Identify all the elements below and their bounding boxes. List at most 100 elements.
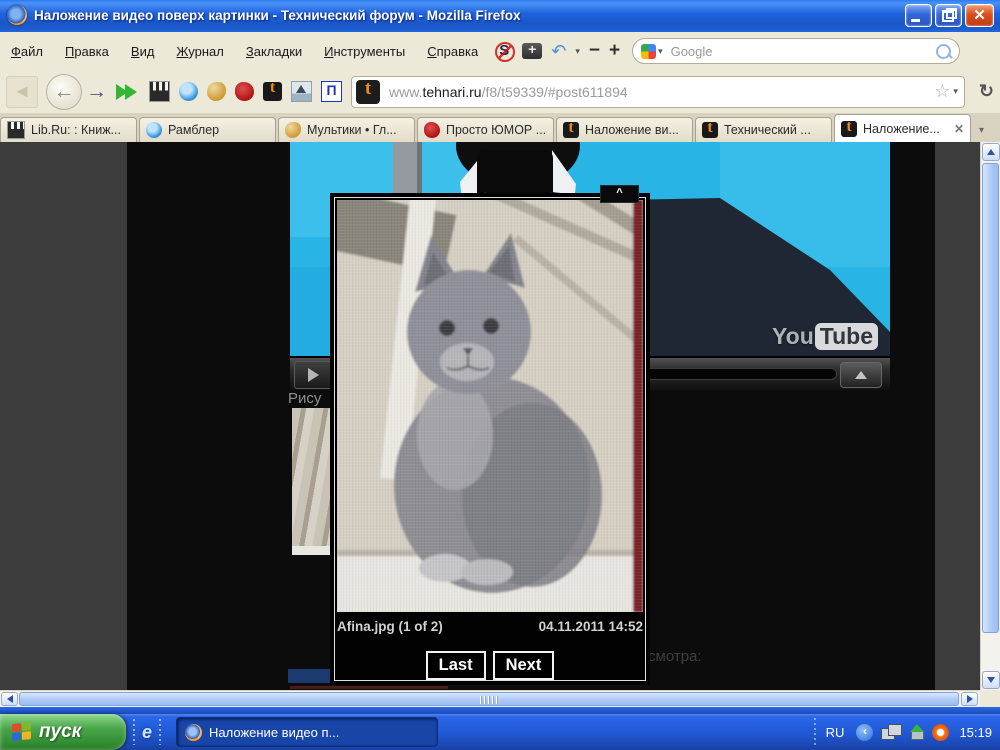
windows-logo-icon	[12, 722, 32, 742]
undo-dropdown-caret-icon[interactable]	[575, 46, 580, 57]
menu-item-help[interactable]: Справка	[416, 40, 489, 63]
search-engine-caret-icon[interactable]	[658, 46, 663, 57]
tab-tehnari-icon	[841, 118, 857, 137]
lightbox-timestamp: 04.11.2011 14:52	[538, 619, 643, 634]
menu-item-history[interactable]: Журнал	[165, 40, 234, 63]
navigation-bar: www.tehnari.ru/f8/t59339/#post611894	[0, 70, 1000, 113]
list-all-tabs-caret-icon[interactable]	[979, 125, 984, 136]
restore-button[interactable]	[935, 3, 962, 27]
zoom-out-icon[interactable]	[589, 43, 600, 59]
bookmark-star-icon[interactable]	[934, 81, 950, 102]
bookmark-rambler-icon[interactable]	[179, 82, 198, 101]
tab-label: Наложение...	[863, 121, 940, 136]
window-title: Наложение видео поверх картинки - Технич…	[34, 7, 521, 23]
arrow-right-icon	[966, 695, 973, 703]
toolbar-box-plus-icon[interactable]	[522, 41, 543, 59]
tab-libru[interactable]: Lib.Ru: : Книж...	[0, 117, 137, 142]
url-domain: tehnari.ru	[422, 83, 482, 100]
search-input[interactable]	[668, 42, 933, 60]
scroll-up-button[interactable]	[982, 143, 1000, 161]
undo-icon[interactable]	[551, 43, 566, 59]
bookmark-tehnari-icon[interactable]	[263, 79, 282, 101]
bookmark-ship-icon[interactable]	[291, 81, 312, 102]
url-text[interactable]: www.tehnari.ru/f8/t59339/#post611894	[389, 84, 931, 100]
zoom-in-icon[interactable]	[609, 43, 620, 59]
youtube-logo-you: You	[772, 323, 814, 349]
bookmark-pe-icon[interactable]	[321, 81, 342, 102]
window-bottom-border	[0, 707, 1000, 714]
tab-rambler-icon	[146, 122, 162, 138]
reload-icon[interactable]	[979, 81, 994, 102]
tab-close-icon[interactable]	[954, 122, 964, 136]
menu-item-tools[interactable]: Инструменты	[313, 40, 416, 63]
tab-rambler[interactable]: Рамблер	[139, 117, 276, 142]
horizontal-scrollbar[interactable]	[0, 690, 980, 707]
search-icon[interactable]	[936, 43, 952, 59]
tab-humor[interactable]: Просто ЮМОР ...	[417, 117, 554, 142]
attachment-thumbnail[interactable]	[292, 408, 334, 546]
close-button[interactable]	[965, 3, 994, 27]
arrow-up-icon	[855, 371, 867, 379]
language-indicator[interactable]: RU	[826, 725, 845, 740]
taskbar-clock[interactable]: 15:19	[959, 725, 992, 740]
scroll-right-button[interactable]	[961, 692, 978, 706]
taskbar: пуск Наложение видео п... RU 15:19	[0, 714, 1000, 750]
bookmark-humor-icon[interactable]	[235, 82, 254, 101]
next-button[interactable]: Next	[492, 651, 555, 680]
start-label: пуск	[39, 721, 82, 742]
menu-item-file[interactable]: Файл	[0, 40, 54, 63]
back-button[interactable]	[46, 73, 82, 110]
taskbar-window-button[interactable]: Наложение видео п...	[176, 717, 439, 747]
horizontal-scroll-thumb[interactable]	[19, 692, 959, 706]
tray-divider	[813, 718, 816, 746]
tab-multiki[interactable]: Мультики • Гл...	[278, 117, 415, 142]
bookmark-multiki-icon[interactable]	[207, 82, 226, 101]
forward-button[interactable]	[86, 80, 107, 104]
small-text-strip	[290, 686, 448, 689]
lightbox-caption-row: Afina.jpg (1 of 2) 04.11.2011 14:52	[337, 619, 643, 634]
scroll-grip	[480, 696, 498, 704]
volume-button[interactable]	[840, 362, 882, 388]
tab-label: Просто ЮМОР ...	[446, 123, 547, 137]
vertical-scroll-thumb[interactable]	[982, 163, 999, 633]
firefox-icon	[185, 723, 203, 741]
lightbox-photo[interactable]	[337, 200, 643, 612]
address-bar[interactable]: www.tehnari.ru/f8/t59339/#post611894	[351, 75, 965, 108]
search-box[interactable]	[632, 38, 961, 64]
page-viewport: You Tube Рису смотра: ^ Afina.jpg (1 of …	[0, 142, 980, 690]
network-icon[interactable]	[881, 724, 903, 740]
start-button[interactable]: пуск	[0, 714, 126, 750]
skype-disabled-icon[interactable]	[495, 42, 516, 62]
url-prefix: www.	[389, 83, 423, 100]
tab-humor-icon	[424, 122, 440, 138]
urlbar-dropdown-caret-icon[interactable]	[953, 86, 958, 97]
scroll-left-button[interactable]	[1, 692, 18, 706]
window-titlebar: Наложение видео поверх картинки - Технич…	[0, 0, 1000, 30]
image-lightbox: Afina.jpg (1 of 2) 04.11.2011 14:52 Last…	[330, 185, 650, 685]
safely-remove-hardware-icon[interactable]	[909, 724, 925, 740]
antivirus-icon[interactable]	[932, 723, 950, 741]
youtube-logo-tube: Tube	[814, 323, 878, 350]
partial-text-left: Рису	[288, 390, 322, 407]
minimize-icon	[911, 18, 920, 22]
taskbar-window-label: Наложение видео п...	[209, 724, 340, 740]
last-button[interactable]: Last	[425, 651, 486, 680]
back-disabled-icon	[6, 75, 38, 108]
tab-nalozhenie-1[interactable]: Наложение ви...	[556, 117, 693, 142]
vertical-scrollbar[interactable]	[980, 142, 1000, 690]
firefox-logo-icon	[7, 5, 27, 25]
play-button[interactable]	[294, 361, 332, 389]
tab-nalozhenie-active[interactable]: Наложение...	[834, 114, 971, 142]
menu-item-view[interactable]: Вид	[120, 40, 166, 63]
lightbox-close-icon[interactable]	[600, 185, 639, 203]
menu-item-edit[interactable]: Правка	[54, 40, 120, 63]
menu-item-bookmarks[interactable]: Закладки	[235, 40, 313, 63]
fast-forward-icon[interactable]	[116, 83, 137, 100]
hide-icons-chevron-icon[interactable]	[856, 723, 874, 741]
internet-explorer-icon[interactable]	[142, 722, 152, 743]
bookmark-libru-icon[interactable]	[149, 81, 170, 102]
tab-bar: Lib.Ru: : Книж... Рамблер Мультики • Гл.…	[0, 113, 1000, 142]
tab-tehnicheskiy[interactable]: Технический ...	[695, 117, 832, 142]
minimize-button[interactable]	[905, 3, 932, 27]
scroll-down-button[interactable]	[982, 671, 1000, 689]
